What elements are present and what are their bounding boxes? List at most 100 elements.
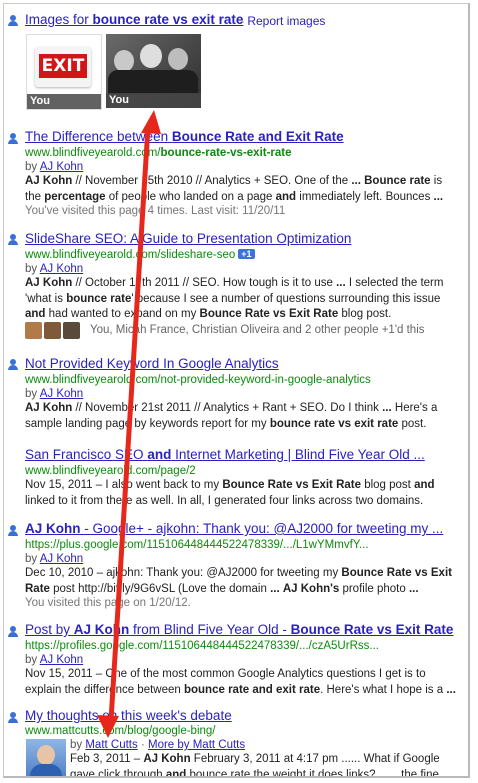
- result-url: www.blindfiveyearold.com/bounce-rate-vs-…: [25, 147, 292, 159]
- snippet-bold: and: [25, 308, 46, 320]
- snippet-bold: percentage: [44, 190, 106, 203]
- result-byline: by AJ Kohn: [25, 654, 83, 666]
- result-url-text: www.blindfiveyearold.com/: [25, 147, 161, 159]
- result-title[interactable]: My thoughts on this week's debate: [25, 708, 232, 723]
- result-title[interactable]: Not Provided Keyword In Google Analytics: [25, 356, 279, 371]
- snippet-text: blog post: [361, 479, 415, 491]
- result-url-text: https://profiles.google.com/115106448444…: [25, 640, 379, 652]
- result-byline: by AJ Kohn: [25, 388, 83, 400]
- snippet-text: ' because I see a number of questions su…: [131, 292, 441, 305]
- result-snippet: AJ Kohn // November 21st 2011 // Analyti…: [25, 401, 457, 432]
- result-title-text: - Google+ - ajkohn: Thank you: @AJ2000 f…: [80, 521, 444, 536]
- snippet-text: post http://bit.ly/9G6vSL (Love the doma…: [49, 582, 271, 595]
- snippet-text: Nov 15, 2011 – I also went back to my: [25, 479, 223, 491]
- result-byline: by Matt Cutts · More by Matt Cutts: [70, 739, 245, 751]
- result-title-text: My thoughts on this week's debate: [25, 708, 232, 723]
- result-title[interactable]: San Francisco SEO and Internet Marketing…: [25, 447, 425, 462]
- snippet-text: // October 17th 2011 // SEO. How tough i…: [72, 277, 337, 289]
- author-link[interactable]: AJ Kohn: [40, 263, 83, 275]
- result-title-bold: and: [147, 447, 172, 462]
- snippet-text: // November 21st 2011 // Analytics + Ran…: [72, 402, 383, 414]
- images-header[interactable]: Images for bounce rate vs exit rate: [25, 12, 243, 27]
- author-link[interactable]: AJ Kohn: [40, 161, 83, 173]
- result-url: https://profiles.google.com/115106448444…: [25, 640, 379, 652]
- search-results-page: Images for bounce rate vs exit rate - Re…: [3, 3, 470, 778]
- author-link[interactable]: Matt Cutts: [85, 739, 137, 751]
- image-thumb-group-photo[interactable]: You: [106, 34, 201, 108]
- by-text: by: [70, 739, 86, 751]
- author-link[interactable]: AJ Kohn: [40, 388, 83, 400]
- author-photo-shirt: [30, 764, 62, 776]
- result-url-text: www.blindfiveyearold.com/not-provided-ke…: [25, 374, 371, 386]
- report-images-link[interactable]: Report images: [247, 14, 325, 28]
- snippet-bold: AJ Kohn: [143, 753, 191, 765]
- result-title[interactable]: AJ Kohn - Google+ - ajkohn: Thank you: @…: [25, 521, 443, 536]
- author-photo-face: [37, 745, 55, 765]
- report-images-wrap: - Report images: [240, 14, 325, 28]
- snippet-bold: ...: [270, 582, 280, 595]
- photo-person-1: [114, 50, 134, 72]
- person-icon: [8, 359, 18, 371]
- person-icon: [8, 15, 18, 27]
- snippet-bold: and: [275, 190, 297, 203]
- snippet-bold: Bounce Rate vs Exit Rate: [199, 308, 339, 320]
- snippet-bold: AJ Kohn: [25, 402, 73, 414]
- visited-note: You visited this page on 1/20/12.: [25, 597, 191, 609]
- snippet-text: blog post.: [338, 308, 392, 320]
- snippet-text: Feb 3, 2011 –: [70, 753, 144, 765]
- result-snippet: AJ Kohn // October 17th 2011 // SEO. How…: [25, 276, 457, 323]
- photo-bodies: [108, 70, 198, 94]
- result-url: www.mattcutts.com/blog/google-bing/: [25, 725, 215, 737]
- snippet-text: . Here's what I hope is a: [320, 683, 447, 696]
- snippet-text: Dec 10, 2010 – ajkohn: Thank you: @AJ200…: [25, 567, 342, 579]
- by-text: by: [25, 388, 40, 400]
- by-text: by: [25, 161, 40, 173]
- snippet-text: // November 15th 2010 // Analytics + SEO…: [72, 175, 352, 187]
- result-title-text: SlideShare SEO: A Guide to Presentation …: [25, 231, 352, 246]
- author-photo[interactable]: [26, 739, 66, 776]
- plusone-social-note: You, Micah France, Christian Oliveira an…: [90, 324, 425, 336]
- snippet-text: of people who landed on a page: [105, 190, 276, 203]
- snippet-bold: ...: [433, 190, 444, 203]
- plusone-avatar-2[interactable]: [44, 322, 61, 339]
- result-title[interactable]: The Difference between Bounce Rate and E…: [25, 129, 344, 144]
- plusone-avatar-1[interactable]: [25, 322, 42, 339]
- snippet-bold: ...: [446, 683, 456, 696]
- photo-person-3: [168, 48, 188, 70]
- result-title-bold: AJ Kohn: [25, 521, 81, 536]
- result-title[interactable]: Post by AJ Kohn from Blind Five Year Old…: [25, 622, 453, 637]
- result-title-bold: Bounce Rate vs Exit Rate: [290, 622, 454, 637]
- more-by-author-link[interactable]: More by Matt Cutts: [148, 739, 245, 751]
- by-text: by: [25, 553, 40, 565]
- snippet-bold: AJ Kohn: [25, 277, 73, 289]
- result-title[interactable]: SlideShare SEO: A Guide to Presentation …: [25, 231, 351, 246]
- snippet-text: immediately left. Bounces: [296, 190, 434, 203]
- result-title-text: Not Provided Keyword In Google Analytics: [25, 356, 279, 371]
- person-icon: [8, 133, 18, 145]
- snippet-text: linked to it from there as well. In all,…: [25, 494, 424, 507]
- visited-note: You've visited this page 4 times. Last v…: [25, 205, 286, 217]
- author-link[interactable]: AJ Kohn: [40, 654, 83, 666]
- result-url-text: www.blindfiveyearold.com/slideshare-seo: [25, 249, 236, 261]
- snippet-bold: bounce rate vs exit rate: [269, 417, 399, 430]
- image-thumb-exit-sign[interactable]: EXIT You: [26, 34, 102, 110]
- snippet-text: profile photo: [339, 582, 409, 595]
- image-thumb-label: You: [106, 93, 201, 108]
- result-url-text: www.blindfiveyearold.com/page/2: [25, 465, 196, 477]
- snippet-bold: bounce rate and exit rate: [183, 683, 321, 696]
- snippet-bold: ...: [382, 402, 392, 414]
- person-icon: [8, 525, 18, 537]
- plusone-badge[interactable]: +1: [238, 249, 255, 259]
- person-icon: [8, 712, 18, 724]
- result-url-text: www.mattcutts.com/blog/google-bing/: [25, 725, 216, 737]
- author-link[interactable]: AJ Kohn: [40, 553, 83, 565]
- result-snippet: Feb 3, 2011 – AJ Kohn February 3, 2011 a…: [70, 752, 462, 776]
- result-title-text: The Difference between: [25, 129, 172, 144]
- plusone-avatar-3[interactable]: [63, 322, 80, 339]
- person-icon: [8, 234, 18, 246]
- snippet-bold: ...: [336, 277, 346, 289]
- result-url: https://plus.google.com/1151064484445224…: [25, 539, 369, 551]
- images-header-query: bounce rate vs exit rate: [92, 12, 244, 27]
- exit-sign-icon: EXIT: [35, 47, 91, 87]
- result-url-text: https://plus.google.com/1151064484445224…: [25, 539, 369, 551]
